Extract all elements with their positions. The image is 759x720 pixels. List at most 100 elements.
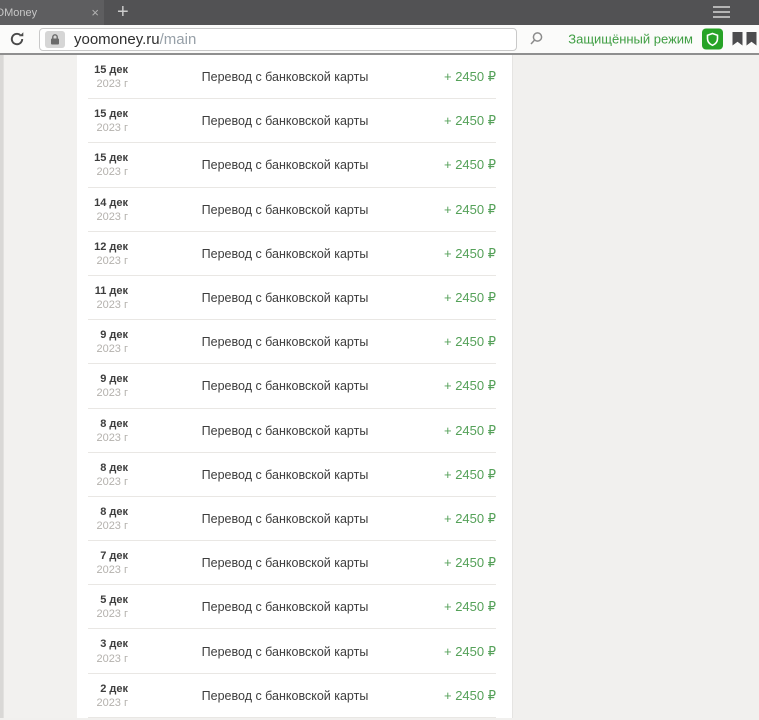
transaction-date-block: 3 дек 2023 г — [77, 638, 128, 664]
transaction-year: 2023 г — [77, 78, 128, 90]
transaction-date-block: 5 дек 2023 г — [77, 594, 128, 620]
transaction-date: 9 дек — [77, 329, 128, 341]
transaction-year: 2023 г — [77, 564, 128, 576]
tab-bar: ЮMoney × + — [0, 0, 759, 25]
transaction-amount: + 2450 ₽ — [442, 644, 512, 660]
transaction-amount: + 2450 ₽ — [442, 555, 512, 571]
transaction-date: 12 дек — [77, 241, 128, 253]
reload-icon[interactable] — [8, 30, 26, 48]
transaction-year: 2023 г — [77, 476, 128, 488]
transaction-date-block: 14 дек 2023 г — [77, 197, 128, 223]
transaction-year: 2023 г — [77, 255, 128, 267]
transaction-date: 2 дек — [77, 683, 128, 695]
transaction-description: Перевод с банковской карты — [128, 689, 442, 703]
transaction-row[interactable]: 15 дек 2023 г Перевод с банковской карты… — [77, 55, 512, 99]
transaction-description: Перевод с банковской карты — [128, 379, 442, 393]
transaction-year: 2023 г — [77, 299, 128, 311]
transaction-year: 2023 г — [77, 697, 128, 709]
transaction-description: Перевод с банковской карты — [128, 335, 442, 349]
transaction-date-block: 15 дек 2023 г — [77, 64, 128, 90]
transaction-date-block: 8 дек 2023 г — [77, 418, 128, 444]
transaction-description: Перевод с банковской карты — [128, 468, 442, 482]
transaction-amount: + 2450 ₽ — [442, 467, 512, 483]
transaction-date: 8 дек — [77, 506, 128, 518]
transaction-description: Перевод с банковской карты — [128, 512, 442, 526]
transaction-description: Перевод с банковской карты — [128, 291, 442, 305]
hamburger-icon[interactable] — [713, 6, 730, 18]
transaction-amount: + 2450 ₽ — [442, 378, 512, 394]
transaction-date: 15 дек — [77, 152, 128, 164]
url-path: /main — [160, 31, 197, 48]
transaction-description: Перевод с банковской карты — [128, 70, 442, 84]
transaction-row[interactable]: 3 дек 2023 г Перевод с банковской карты … — [77, 629, 512, 673]
secure-mode-label: Защищённый режим — [568, 32, 693, 47]
transaction-date-block: 12 дек 2023 г — [77, 241, 128, 267]
transaction-amount: + 2450 ₽ — [442, 69, 512, 85]
browser-tab-yoomoney[interactable]: ЮMoney × — [0, 0, 104, 25]
transaction-year: 2023 г — [77, 608, 128, 620]
transaction-date-block: 9 дек 2023 г — [77, 373, 128, 399]
transaction-amount: + 2450 ₽ — [442, 599, 512, 615]
transaction-description: Перевод с банковской карты — [128, 645, 442, 659]
transaction-row[interactable]: 8 дек 2023 г Перевод с банковской карты … — [77, 497, 512, 541]
transaction-date: 8 дек — [77, 418, 128, 430]
transaction-date: 15 дек — [77, 64, 128, 76]
transaction-year: 2023 г — [77, 432, 128, 444]
transaction-row[interactable]: 2 дек 2023 г Перевод с банковской карты … — [77, 674, 512, 718]
row-divider — [88, 717, 496, 718]
transaction-amount: + 2450 ₽ — [442, 113, 512, 129]
transaction-row[interactable]: 9 дек 2023 г Перевод с банковской карты … — [77, 320, 512, 364]
page-content: 15 дек 2023 г Перевод с банковской карты… — [0, 55, 759, 718]
url-host: yoomoney.ru — [74, 31, 160, 48]
transaction-date-block: 15 дек 2023 г — [77, 108, 128, 134]
right-panel — [513, 55, 759, 718]
transaction-amount: + 2450 ₽ — [442, 688, 512, 704]
transaction-amount: + 2450 ₽ — [442, 423, 512, 439]
transaction-date: 7 дек — [77, 550, 128, 562]
transaction-row[interactable]: 15 дек 2023 г Перевод с банковской карты… — [77, 143, 512, 187]
transaction-row[interactable]: 7 дек 2023 г Перевод с банковской карты … — [77, 541, 512, 585]
transaction-date-block: 11 дек 2023 г — [77, 285, 128, 311]
tab-title: ЮMoney — [0, 7, 87, 19]
transaction-date: 8 дек — [77, 462, 128, 474]
transaction-row[interactable]: 8 дек 2023 г Перевод с банковской карты … — [77, 409, 512, 453]
shield-icon[interactable] — [702, 29, 723, 50]
close-tab-icon[interactable]: × — [91, 6, 99, 19]
transaction-row[interactable]: 9 дек 2023 г Перевод с банковской карты … — [77, 364, 512, 408]
transaction-description: Перевод с банковской карты — [128, 247, 442, 261]
transaction-description: Перевод с банковской карты — [128, 600, 442, 614]
transaction-year: 2023 г — [77, 520, 128, 532]
new-tab-button[interactable]: + — [104, 0, 142, 25]
transaction-date-block: 8 дек 2023 г — [77, 506, 128, 532]
transaction-date-block: 7 дек 2023 г — [77, 550, 128, 576]
transaction-date-block: 8 дек 2023 г — [77, 462, 128, 488]
transaction-date-block: 15 дек 2023 г — [77, 152, 128, 178]
bookmarks-icon[interactable] — [732, 32, 758, 47]
transaction-date: 3 дек — [77, 638, 128, 650]
transaction-amount: + 2450 ₽ — [442, 157, 512, 173]
transaction-description: Перевод с банковской карты — [128, 158, 442, 172]
transaction-row[interactable]: 5 дек 2023 г Перевод с банковской карты … — [77, 585, 512, 629]
transaction-row[interactable]: 15 дек 2023 г Перевод с банковской карты… — [77, 99, 512, 143]
transaction-row[interactable]: 12 дек 2023 г Перевод с банковской карты… — [77, 232, 512, 276]
search-icon[interactable] — [527, 30, 545, 48]
transaction-amount: + 2450 ₽ — [442, 246, 512, 262]
transaction-year: 2023 г — [77, 653, 128, 665]
transaction-year: 2023 г — [77, 166, 128, 178]
left-gutter — [0, 55, 77, 718]
transaction-date: 9 дек — [77, 373, 128, 385]
lock-icon — [45, 31, 65, 48]
transaction-date-block: 2 дек 2023 г — [77, 683, 128, 709]
transaction-description: Перевод с банковской карты — [128, 424, 442, 438]
transaction-date: 15 дек — [77, 108, 128, 120]
transaction-list: 15 дек 2023 г Перевод с банковской карты… — [77, 55, 513, 718]
transaction-amount: + 2450 ₽ — [442, 202, 512, 218]
transaction-amount: + 2450 ₽ — [442, 290, 512, 306]
transaction-row[interactable]: 11 дек 2023 г Перевод с банковской карты… — [77, 276, 512, 320]
transaction-description: Перевод с банковской карты — [128, 556, 442, 570]
transaction-row[interactable]: 14 дек 2023 г Перевод с банковской карты… — [77, 188, 512, 232]
transaction-amount: + 2450 ₽ — [442, 511, 512, 527]
transaction-year: 2023 г — [77, 343, 128, 355]
address-bar[interactable]: yoomoney.ru/main — [39, 28, 517, 51]
transaction-row[interactable]: 8 дек 2023 г Перевод с банковской карты … — [77, 453, 512, 497]
